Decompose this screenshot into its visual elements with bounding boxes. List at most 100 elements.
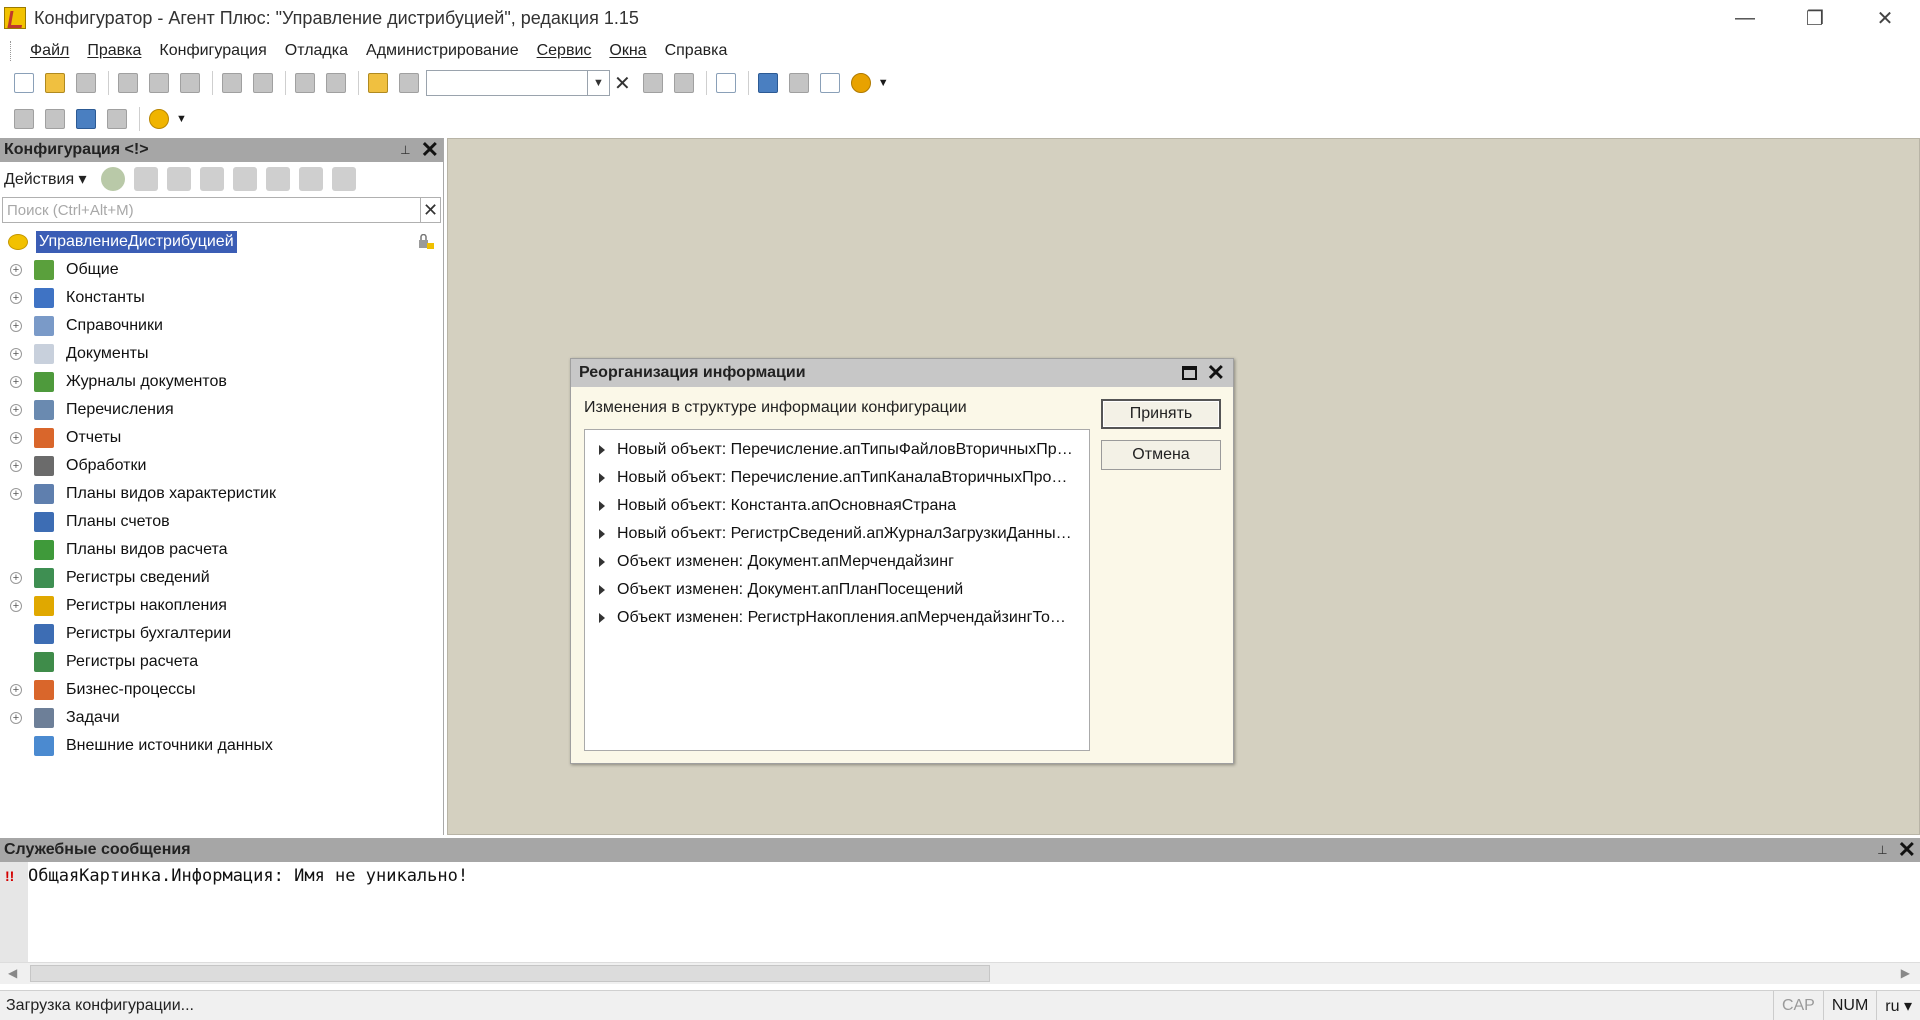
changes-list[interactable]: Новый объект: Перечисление.апТипыФайловВ… xyxy=(584,429,1090,751)
expand-icon[interactable]: + xyxy=(10,572,22,584)
expand-icon[interactable]: + xyxy=(10,264,22,276)
tree-item[interactable]: Регистры бухгалтерии xyxy=(0,620,443,648)
minimize-button[interactable]: — xyxy=(1710,0,1780,36)
menu-debug[interactable]: Отладка xyxy=(276,42,357,60)
expand-arrow-icon[interactable] xyxy=(599,585,605,595)
close-config-button[interactable] xyxy=(41,105,69,133)
change-list-item[interactable]: Объект изменен: Документ.апПланПосещений xyxy=(585,576,1089,604)
find-prev-button[interactable] xyxy=(670,69,698,97)
pin-icon[interactable]: ⊥ xyxy=(400,143,410,157)
about-button[interactable] xyxy=(847,69,875,97)
sort-icon[interactable] xyxy=(298,167,323,191)
open-config-button[interactable] xyxy=(10,105,38,133)
edit-icon[interactable] xyxy=(133,167,158,191)
change-list-item[interactable]: Новый объект: Перечисление.апТипыФайловВ… xyxy=(585,436,1089,464)
tree-item[interactable]: + Журналы документов xyxy=(0,368,443,396)
copy-button[interactable] xyxy=(145,69,173,97)
menu-help[interactable]: Справка xyxy=(656,42,737,60)
expand-arrow-icon[interactable] xyxy=(599,501,605,511)
chevron-down-icon[interactable]: ▼ xyxy=(878,77,889,89)
close-panel-icon[interactable]: ✕ xyxy=(421,139,439,161)
change-list-item[interactable]: Объект изменен: Документ.апМерчендайзинг xyxy=(585,548,1089,576)
tree-item[interactable]: + Перечисления xyxy=(0,396,443,424)
tree-item[interactable]: + Бизнес-процессы xyxy=(0,676,443,704)
tree-item[interactable]: + Документы xyxy=(0,340,443,368)
expand-icon[interactable]: + xyxy=(10,712,22,724)
copy-object-icon[interactable] xyxy=(166,167,191,191)
windows-button[interactable] xyxy=(712,69,740,97)
expand-icon[interactable]: + xyxy=(10,292,22,304)
change-list-item[interactable]: Новый объект: Перечисление.апТипКаналаВт… xyxy=(585,464,1089,492)
menu-configuration[interactable]: Конфигурация xyxy=(150,42,275,60)
help-contents-button[interactable] xyxy=(816,69,844,97)
expand-icon[interactable]: + xyxy=(10,600,22,612)
tree-root[interactable]: УправлениеДистрибуцией xyxy=(0,228,443,256)
tree-item[interactable]: Регистры расчета xyxy=(0,648,443,676)
tree-item[interactable]: + Регистры сведений xyxy=(0,564,443,592)
expand-icon[interactable]: + xyxy=(10,684,22,696)
find-in-folder-button[interactable] xyxy=(364,69,392,97)
close-panel-icon[interactable]: ✕ xyxy=(1898,839,1916,861)
compare-button[interactable] xyxy=(103,105,131,133)
expand-icon[interactable]: + xyxy=(10,432,22,444)
tree-item[interactable]: + Справочники xyxy=(0,312,443,340)
menu-administration[interactable]: Администрирование xyxy=(357,42,528,60)
delete-icon[interactable] xyxy=(199,167,224,191)
chevron-down-icon[interactable]: ▼ xyxy=(587,71,609,95)
tree-item[interactable]: + Общие xyxy=(0,256,443,284)
change-list-item[interactable]: Новый объект: РегистрСведений.апЖурналЗа… xyxy=(585,520,1089,548)
open-button[interactable] xyxy=(41,69,69,97)
filter-icon[interactable] xyxy=(331,167,356,191)
expand-icon[interactable]: + xyxy=(10,348,22,360)
expand-icon[interactable]: + xyxy=(10,320,22,332)
close-window-button[interactable]: ✕ xyxy=(1850,0,1920,36)
pin-icon[interactable]: ⊥ xyxy=(1877,843,1887,857)
undo-button[interactable] xyxy=(291,69,319,97)
print-preview-button[interactable] xyxy=(249,69,277,97)
clear-search-icon[interactable]: ✕ xyxy=(614,71,631,96)
save-button[interactable] xyxy=(72,69,100,97)
find-button[interactable] xyxy=(395,69,423,97)
search-help-button[interactable] xyxy=(785,69,813,97)
tree-item[interactable]: + Обработки xyxy=(0,452,443,480)
menu-file[interactable]: Файл xyxy=(21,42,78,60)
find-next-button[interactable] xyxy=(639,69,667,97)
start-debug-button[interactable] xyxy=(145,105,173,133)
update-db-button[interactable] xyxy=(72,105,100,133)
expand-icon[interactable]: + xyxy=(10,460,22,472)
language-indicator[interactable]: ru ▾ xyxy=(1876,991,1920,1020)
print-button[interactable] xyxy=(218,69,246,97)
toolbar-search-combo[interactable]: ▼ xyxy=(426,70,610,96)
expand-arrow-icon[interactable] xyxy=(599,473,605,483)
move-up-icon[interactable] xyxy=(232,167,257,191)
menu-service[interactable]: Сервис xyxy=(528,42,601,60)
expand-icon[interactable]: + xyxy=(10,488,22,500)
menu-windows[interactable]: Окна xyxy=(600,42,655,60)
tree-item[interactable]: + Отчеты xyxy=(0,424,443,452)
add-icon[interactable] xyxy=(100,167,125,191)
tree-item[interactable]: Планы счетов xyxy=(0,508,443,536)
expand-arrow-icon[interactable] xyxy=(599,613,605,623)
menu-edit[interactable]: Правка xyxy=(78,42,150,60)
change-list-item[interactable]: Объект изменен: РегистрНакопления.апМерч… xyxy=(585,604,1089,632)
syntax-helper-button[interactable] xyxy=(754,69,782,97)
tree-item[interactable]: Внешние источники данных xyxy=(0,732,443,760)
maximize-icon[interactable] xyxy=(1181,366,1197,380)
paste-button[interactable] xyxy=(176,69,204,97)
change-list-item[interactable]: Новый объект: Константа.апОсновнаяСтрана xyxy=(585,492,1089,520)
cut-button[interactable] xyxy=(114,69,142,97)
tree-item[interactable]: Планы видов расчета xyxy=(0,536,443,564)
close-dialog-icon[interactable]: ✕ xyxy=(1207,362,1225,384)
expand-arrow-icon[interactable] xyxy=(599,529,605,539)
actions-menu[interactable]: Действия ▾ xyxy=(4,169,87,189)
tree-item[interactable]: + Регистры накопления xyxy=(0,592,443,620)
tree-item[interactable]: + Задачи xyxy=(0,704,443,732)
expand-icon[interactable]: + xyxy=(10,376,22,388)
redo-button[interactable] xyxy=(322,69,350,97)
expand-arrow-icon[interactable] xyxy=(599,445,605,455)
move-down-icon[interactable] xyxy=(265,167,290,191)
tree-item[interactable]: + Планы видов характеристик xyxy=(0,480,443,508)
scroll-left-icon[interactable]: ◀ xyxy=(8,966,17,980)
scrollbar-thumb[interactable] xyxy=(30,965,990,982)
restore-button[interactable]: ❐ xyxy=(1780,0,1850,36)
